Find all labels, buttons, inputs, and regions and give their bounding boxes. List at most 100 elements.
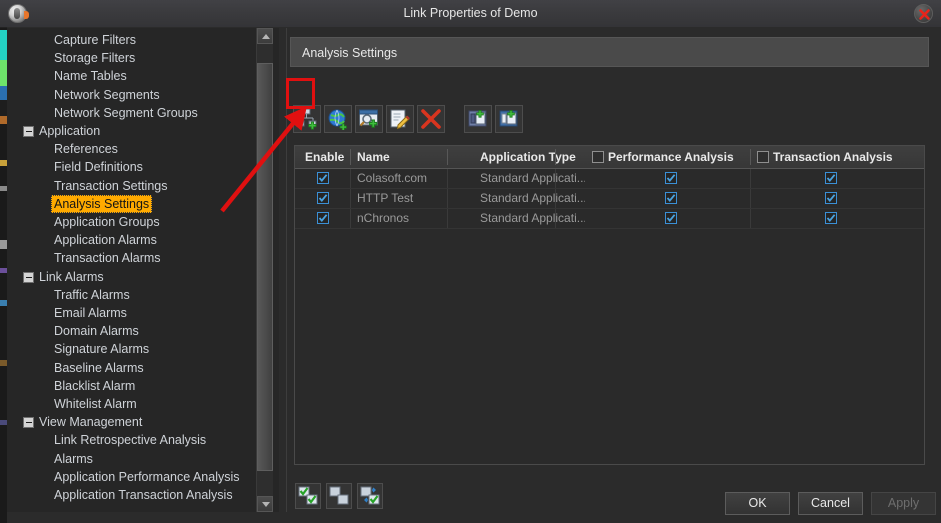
sidebar-item-baseline-alarms[interactable]: Baseline Alarms xyxy=(7,359,257,377)
sidebar-item-whitelist-alarm[interactable]: Whitelist Alarm xyxy=(7,395,257,413)
dialog-body: Capture Filters Storage Filters Name Table… xyxy=(7,27,941,523)
enable-checkbox[interactable] xyxy=(317,172,329,184)
sidebar-item-blacklist-alarm[interactable]: Blacklist Alarm xyxy=(7,377,257,395)
tree-scrollbar[interactable] xyxy=(256,28,273,512)
performance-analysis-checkbox[interactable] xyxy=(665,172,677,184)
table-body: Colasoft.com Standard Applicati... HTTP Te… xyxy=(295,169,924,229)
add-application-icon[interactable] xyxy=(293,105,321,133)
sidebar-item-references[interactable]: References xyxy=(7,140,257,158)
sidebar-item-transaction-settings[interactable]: Transaction Settings xyxy=(7,177,257,195)
sidebar-item-traffic-alarms[interactable]: Traffic Alarms xyxy=(7,286,257,304)
ok-button[interactable]: OK xyxy=(725,492,790,515)
column-header-transaction-analysis[interactable]: Transaction Analysis xyxy=(773,146,893,168)
cell-separator xyxy=(350,209,351,228)
cell-separator xyxy=(750,189,751,208)
sidebar-item-label: Network Segment Groups xyxy=(54,105,198,120)
sidebar-item-field-definitions[interactable]: Field Definitions xyxy=(7,158,257,176)
sidebar-item-application-groups[interactable]: Application Groups xyxy=(7,213,257,231)
export-applications-icon[interactable] xyxy=(495,105,523,133)
column-header-performance-analysis[interactable]: Performance Analysis xyxy=(608,146,734,168)
sidebar-item-label: Blacklist Alarm xyxy=(54,378,136,393)
cell-name: nChronos xyxy=(357,211,410,225)
sidebar-item-label: Storage Filters xyxy=(54,51,136,66)
apply-button: Apply xyxy=(871,492,936,515)
column-header-application-type[interactable]: Application Type xyxy=(480,146,576,168)
scroll-up-arrow-icon[interactable] xyxy=(257,28,273,44)
sidebar-item-label: Name Tables xyxy=(54,69,127,84)
cell-separator xyxy=(555,169,556,188)
collapse-icon[interactable] xyxy=(23,417,34,429)
sidebar-item-email-alarms[interactable]: Email Alarms xyxy=(7,304,257,322)
sidebar-item-label: Link Alarms xyxy=(39,269,104,284)
link-properties-dialog: Link Properties of Demo Capture Filters S… xyxy=(0,0,941,523)
header-separator xyxy=(350,149,351,165)
table-header-row: Enable Name Application Type Performance An… xyxy=(295,146,924,169)
applications-table[interactable]: Enable Name Application Type Performance An… xyxy=(294,145,925,465)
edit-application-icon[interactable] xyxy=(386,105,414,133)
sidebar-item-label: Network Segments xyxy=(54,87,160,102)
sidebar-item-name-tables[interactable]: Name Tables xyxy=(7,67,257,85)
sidebar-item-network-segments[interactable]: Network Segments xyxy=(7,86,257,104)
header-separator xyxy=(447,149,448,165)
sidebar-item-storage-filters[interactable]: Storage Filters xyxy=(7,49,257,67)
sidebar-item-network-segment-groups[interactable]: Network Segment Groups xyxy=(7,104,257,122)
column-header-checkbox[interactable] xyxy=(757,151,769,163)
sidebar-item-alarms[interactable]: Alarms xyxy=(7,450,257,468)
performance-analysis-checkbox[interactable] xyxy=(665,212,677,224)
sidebar-item-label: Transaction Settings xyxy=(54,178,168,193)
performance-analysis-checkbox[interactable] xyxy=(665,192,677,204)
background-app-strip xyxy=(0,0,7,523)
dialog-footer: OK Cancel Apply xyxy=(7,485,941,523)
sidebar-item-label: Signature Alarms xyxy=(54,342,150,357)
sidebar-item-capture-filters[interactable]: Capture Filters xyxy=(7,31,257,49)
title-bar: Link Properties of Demo xyxy=(0,0,941,28)
transaction-analysis-checkbox[interactable] xyxy=(825,192,837,204)
collapse-icon[interactable] xyxy=(23,271,34,283)
cell-separator xyxy=(447,209,448,228)
cell-name: HTTP Test xyxy=(357,191,414,205)
header-separator xyxy=(750,149,751,165)
sidebar-item-application[interactable]: Application xyxy=(7,122,257,140)
cell-application-type: Standard Applicati... xyxy=(480,191,585,205)
settings-tree[interactable]: Capture Filters Storage Filters Name Table… xyxy=(7,28,279,512)
sidebar-item-analysis-settings[interactable]: Analysis Settings xyxy=(7,194,257,213)
close-icon[interactable] xyxy=(914,4,933,23)
panel-title: Analysis Settings xyxy=(302,46,398,60)
collapse-icon[interactable] xyxy=(23,126,34,137)
cell-separator xyxy=(750,169,751,188)
table-row[interactable]: Colasoft.com Standard Applicati... xyxy=(295,169,924,189)
column-header-name[interactable]: Name xyxy=(357,146,390,168)
cell-application-type: Standard Applicati... xyxy=(480,171,585,185)
scrollbar-thumb[interactable] xyxy=(257,63,273,471)
sidebar-item-view-management[interactable]: View Management xyxy=(7,413,257,431)
transaction-analysis-checkbox[interactable] xyxy=(825,212,837,224)
cell-separator xyxy=(350,189,351,208)
sidebar-item-label: Baseline Alarms xyxy=(54,360,144,375)
cell-separator xyxy=(555,189,556,208)
cancel-button[interactable]: Cancel xyxy=(798,492,863,515)
import-applications-icon[interactable] xyxy=(464,105,492,133)
sidebar-item-domain-alarms[interactable]: Domain Alarms xyxy=(7,322,257,340)
cell-separator xyxy=(555,209,556,228)
add-signature-application-icon[interactable] xyxy=(355,105,383,133)
sidebar-item-application-performance-analysis[interactable]: Application Performance Analysis xyxy=(7,468,257,486)
column-header-checkbox[interactable] xyxy=(592,151,604,163)
column-header-enable[interactable]: Enable xyxy=(305,146,344,168)
sidebar-item-label: Field Definitions xyxy=(54,160,143,175)
sidebar-item-label: Application xyxy=(39,124,101,138)
enable-checkbox[interactable] xyxy=(317,192,329,204)
cell-separator xyxy=(447,169,448,188)
enable-checkbox[interactable] xyxy=(317,212,329,224)
sidebar-item-label: Application Alarms xyxy=(54,233,157,248)
table-row[interactable]: HTTP Test Standard Applicati... xyxy=(295,189,924,209)
table-row[interactable]: nChronos Standard Applicati... xyxy=(295,209,924,229)
add-web-application-icon[interactable] xyxy=(324,105,352,133)
sidebar-item-label: Capture Filters xyxy=(54,33,136,47)
sidebar-item-transaction-alarms[interactable]: Transaction Alarms xyxy=(7,249,257,267)
sidebar-item-signature-alarms[interactable]: Signature Alarms xyxy=(7,340,257,358)
transaction-analysis-checkbox[interactable] xyxy=(825,172,837,184)
sidebar-item-link-retrospective-analysis[interactable]: Link Retrospective Analysis xyxy=(7,431,257,449)
sidebar-item-link-alarms[interactable]: Link Alarms xyxy=(7,268,257,286)
sidebar-item-application-alarms[interactable]: Application Alarms xyxy=(7,231,257,249)
delete-application-icon[interactable] xyxy=(417,105,445,133)
